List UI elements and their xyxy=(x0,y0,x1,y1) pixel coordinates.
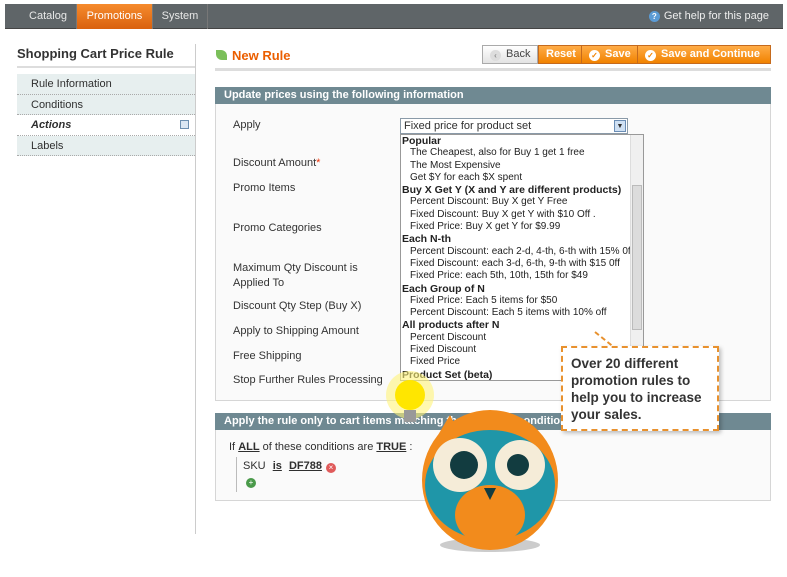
sidebar-item-labels[interactable]: Labels xyxy=(17,135,195,156)
divider xyxy=(195,44,196,534)
tab-catalog[interactable]: Catalog xyxy=(20,4,77,29)
sidebar-item-label: Actions xyxy=(31,119,72,131)
qty-step-label: Discount Qty Step (Buy X) xyxy=(233,300,362,312)
actions-section-header: Update prices using the following inform… xyxy=(215,87,771,104)
help-link[interactable]: ? Get help for this page xyxy=(648,4,769,29)
option-group-label: Popular xyxy=(402,135,442,147)
operator-link[interactable]: is xyxy=(273,460,282,472)
dropdown-option[interactable]: Fixed Discount: each 3-d, 6-th, 9-th wit… xyxy=(401,258,643,270)
sidebar-item-actions[interactable]: Actions xyxy=(17,115,195,136)
changed-icon xyxy=(180,120,189,129)
sku-attribute: SKU xyxy=(243,460,266,472)
dropdown-option[interactable]: Get $Y for each $X spent xyxy=(401,172,643,184)
max-qty-label: Maximum Qty Discount is Applied To xyxy=(233,262,358,289)
dropdown-option[interactable]: Fixed Discount: Buy X get Y with $10 Off… xyxy=(401,209,643,221)
option-group-label: Each N-th xyxy=(402,233,452,246)
dropdown-option[interactable]: The Most Expensive xyxy=(401,160,643,172)
dropdown-option[interactable]: Percent Discount: Each 5 items with 10% … xyxy=(401,307,643,319)
dropdown-option[interactable]: Percent Discount: Buy X get Y Free xyxy=(401,196,643,208)
tab-system[interactable]: System xyxy=(153,4,208,29)
page-title: New Rule xyxy=(216,48,291,63)
remove-icon[interactable]: × xyxy=(325,463,336,473)
if-text: If xyxy=(229,441,236,453)
conditions-tree-line xyxy=(236,457,237,492)
sku-value-link[interactable]: DF788 xyxy=(289,460,322,472)
rule-icon xyxy=(216,50,227,60)
apply-shipping-label: Apply to Shipping Amount xyxy=(233,325,359,337)
save-continue-button[interactable]: ✓ Save and Continue Edit xyxy=(637,45,771,77)
sidebar: Shopping Cart Price Rule Rule Informatio… xyxy=(17,44,195,156)
sidebar-title: Shopping Cart Price Rule xyxy=(17,44,195,68)
option-group-label: Each Group of N xyxy=(402,282,485,295)
header-divider xyxy=(215,68,771,71)
of-these-text: of these conditions are xyxy=(262,441,374,453)
stop-rules-label: Stop Further Rules Processing xyxy=(233,374,383,386)
sidebar-item-conditions[interactable]: Conditions xyxy=(17,94,195,115)
aggregator-link[interactable]: ALL xyxy=(238,441,259,453)
top-navigation: Catalog Promotions System ? Get help for … xyxy=(5,4,783,29)
required-mark: * xyxy=(316,157,321,169)
help-label: Get help for this page xyxy=(663,10,769,22)
save-button[interactable]: ✓ Save xyxy=(581,45,639,64)
dropdown-option[interactable]: Percent Discount: each 2-d, 4-th, 6-th w… xyxy=(401,246,643,258)
back-label: Back xyxy=(506,48,531,60)
promo-callout: Over 20 different promotion rules to hel… xyxy=(561,346,719,431)
dropdown-option[interactable]: The Cheapest, also for Buy 1 get 1 free xyxy=(401,147,643,159)
save-continue-label: Save and Continue Edit xyxy=(645,48,761,77)
add-condition-icon[interactable]: + xyxy=(246,478,256,488)
tab-promotions[interactable]: Promotions xyxy=(77,4,153,29)
check-icon: ✓ xyxy=(645,50,656,61)
option-group-label: Buy X Get Y (X and Y are different produ… xyxy=(402,184,622,197)
check-icon: ✓ xyxy=(589,50,600,61)
condition-row: SKU is DF788 × xyxy=(243,460,336,473)
apply-label: Apply xyxy=(233,119,261,131)
back-icon: ‹ xyxy=(490,50,501,61)
promo-categories-label: Promo Categories xyxy=(233,222,322,234)
dropdown-option[interactable]: Fixed Price: each 5th, 10th, 15th for $4… xyxy=(401,270,643,282)
discount-amount-text: Discount Amount xyxy=(233,157,317,169)
help-icon: ? xyxy=(648,11,660,22)
back-button[interactable]: ‹ Back xyxy=(482,45,539,64)
page-title-text: New Rule xyxy=(232,48,291,63)
sidebar-item-rule-information[interactable]: Rule Information xyxy=(17,74,195,95)
scrollbar-thumb[interactable] xyxy=(632,185,642,330)
dropdown-option[interactable]: Fixed Price: Buy X get Y for $9.99 xyxy=(401,221,643,233)
apply-select-value: Fixed price for product set xyxy=(404,120,532,132)
save-label: Save xyxy=(605,48,631,60)
free-shipping-label: Free Shipping xyxy=(233,350,302,362)
promo-items-label: Promo Items xyxy=(233,182,296,194)
chevron-down-icon[interactable]: ▼ xyxy=(614,120,626,132)
dropdown-option[interactable]: Fixed Price: Each 5 items for $50 xyxy=(401,295,643,307)
discount-amount-label: Discount Amount* xyxy=(233,156,393,171)
apply-select[interactable]: Fixed price for product set ▼ xyxy=(400,118,628,134)
reset-button[interactable]: Reset xyxy=(538,45,584,64)
